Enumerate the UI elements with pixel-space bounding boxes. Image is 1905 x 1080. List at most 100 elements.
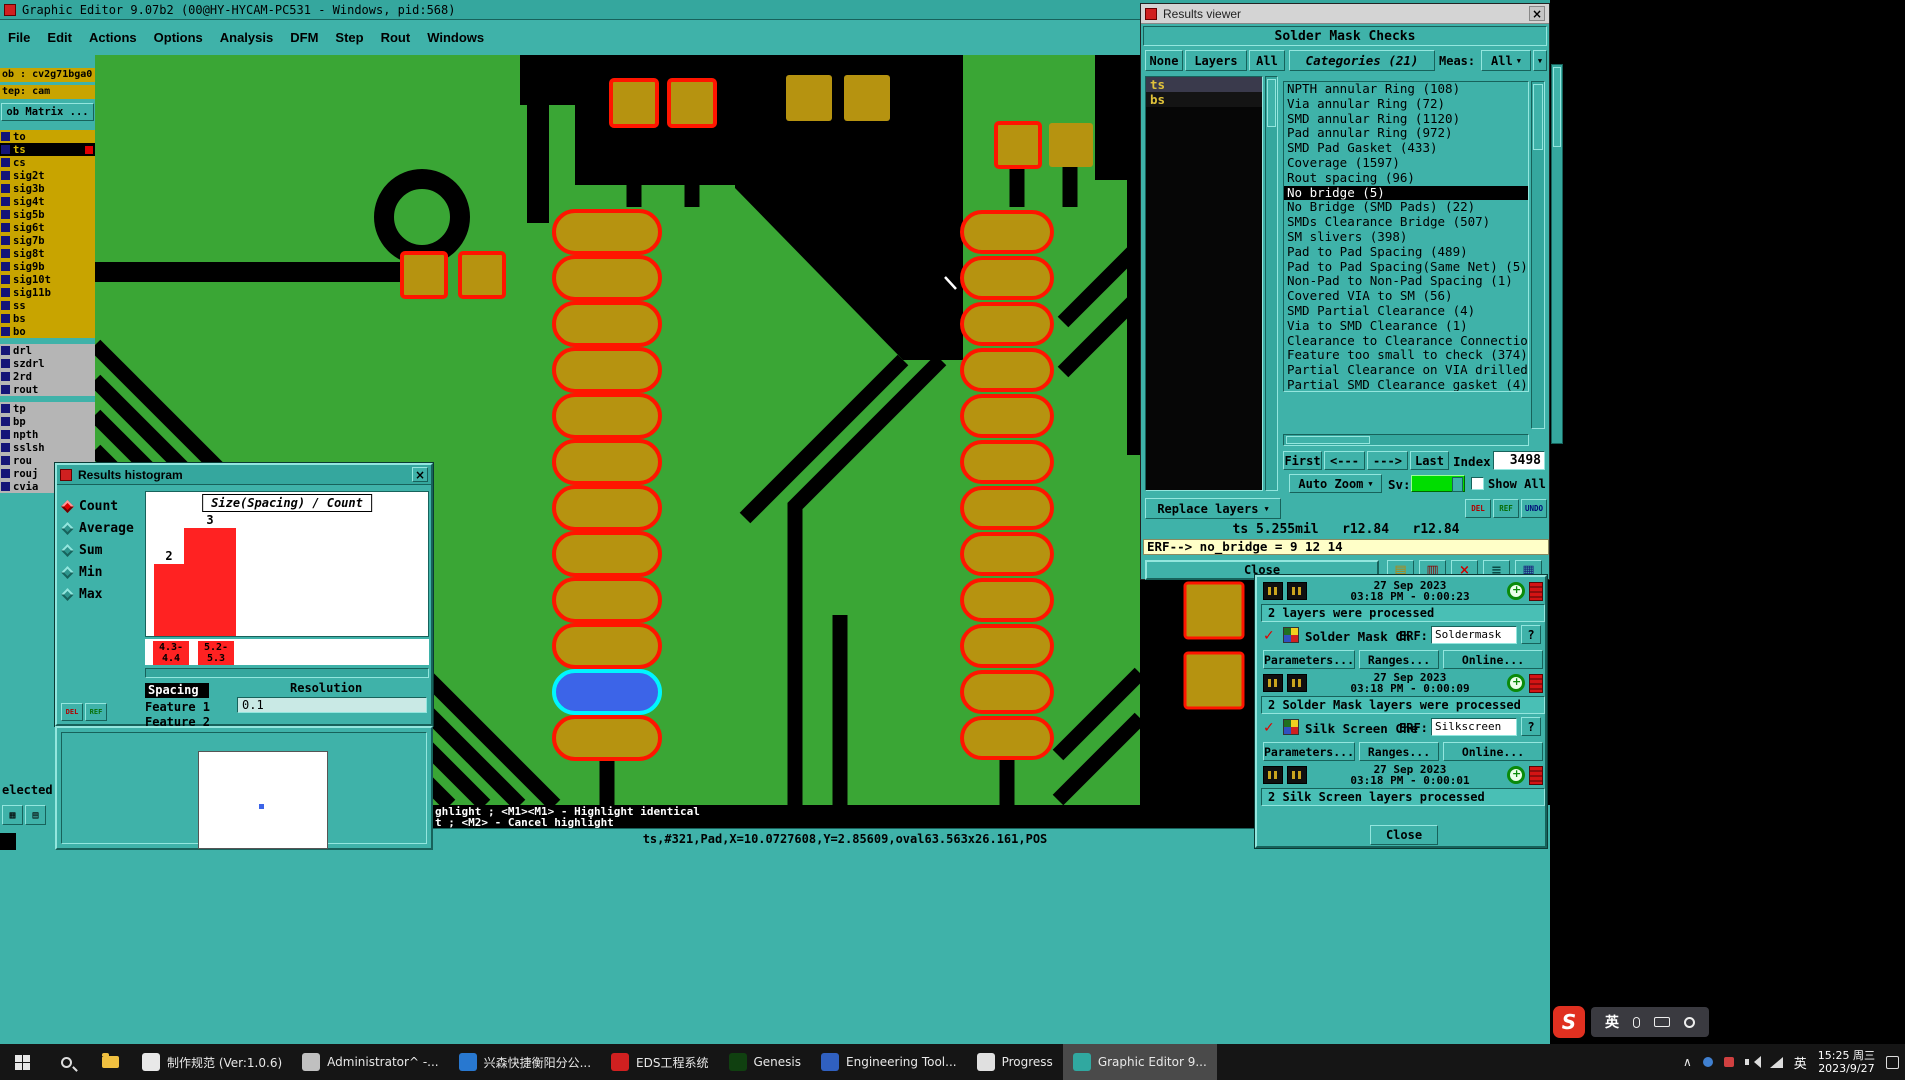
category-row[interactable]: NPTH annular Ring (108) <box>1284 82 1528 97</box>
layer-row[interactable]: sig7b <box>0 234 95 247</box>
result-layer-row[interactable]: bs <box>1146 92 1262 107</box>
layer-color-square[interactable] <box>1 210 10 219</box>
layer-color-square[interactable] <box>1 262 10 271</box>
parameters-button[interactable]: Parameters... <box>1263 742 1355 761</box>
keyboard-icon[interactable] <box>1654 1017 1670 1027</box>
taskbar-item[interactable]: Progress <box>967 1044 1063 1080</box>
layers-icon[interactable] <box>1287 674 1307 692</box>
ime-language-indicator[interactable]: 英 <box>1605 1012 1619 1032</box>
field-feature1[interactable]: Feature 1 <box>145 700 210 714</box>
layer-row[interactable]: bs <box>0 312 95 325</box>
category-row[interactable]: Pad to Pad Spacing(Same Net) (5) <box>1284 259 1528 275</box>
search-button[interactable] <box>44 1044 88 1080</box>
snap-toggle-button[interactable]: ▤ <box>25 805 46 825</box>
vertical-scrollbar[interactable] <box>1551 64 1563 444</box>
stat-radio[interactable]: Max <box>61 583 134 605</box>
online-button[interactable]: Online... <box>1443 650 1543 669</box>
layer-color-square[interactable] <box>1 236 10 245</box>
category-row[interactable]: Coverage (1597) <box>1284 155 1528 171</box>
ranges-button[interactable]: Ranges... <box>1359 742 1439 761</box>
netlist-icon[interactable] <box>1263 674 1283 692</box>
layer-color-square[interactable] <box>1 327 10 336</box>
job-matrix-button[interactable]: ob Matrix ... <box>1 103 94 121</box>
scrollbar-thumb[interactable] <box>1267 79 1276 127</box>
close-icon[interactable]: × <box>1529 6 1545 21</box>
erf-input[interactable]: Soldermask <box>1431 626 1517 644</box>
parameters-button[interactable]: Parameters... <box>1263 650 1355 669</box>
layer-row[interactable]: sig9b <box>0 260 95 273</box>
taskbar-item[interactable]: Genesis <box>719 1044 812 1080</box>
taskbar-item[interactable]: EDS工程系统 <box>601 1044 718 1080</box>
mini-action-button[interactable]: DEL <box>1465 499 1491 518</box>
meas-dropdown[interactable]: All ▼ <box>1481 50 1531 71</box>
menu-item[interactable]: Analysis <box>220 30 273 45</box>
layer-row[interactable]: bo <box>0 325 95 338</box>
layer-color-square[interactable] <box>1 145 10 154</box>
histogram-ref-button[interactable]: REF <box>85 703 107 721</box>
layer-row[interactable]: tp <box>0 402 95 415</box>
netlist-icon[interactable] <box>1263 766 1283 784</box>
category-row[interactable]: Pad annular Ring (972) <box>1284 125 1528 141</box>
taskbar-item[interactable]: 兴森快捷衡阳分公... <box>449 1044 601 1080</box>
layer-color-square[interactable] <box>1 171 10 180</box>
checkbox-check-icon[interactable]: ✓ <box>1263 628 1275 644</box>
auto-zoom-dropdown[interactable]: Auto Zoom ▼ <box>1289 474 1382 493</box>
replace-layers-dropdown[interactable]: Replace layers ▼ <box>1145 498 1281 519</box>
checkbox-check-icon[interactable]: ✓ <box>1263 720 1275 736</box>
microphone-icon[interactable] <box>1633 1016 1640 1028</box>
alert-icon[interactable] <box>1529 765 1543 785</box>
close-icon[interactable]: × <box>412 467 428 482</box>
input-language-indicator[interactable]: 英 <box>1794 1053 1807 1072</box>
filter-none-button[interactable]: None <box>1145 50 1183 71</box>
layer-row[interactable]: rout <box>0 383 95 396</box>
layer-row[interactable]: npth <box>0 428 95 441</box>
layer-row[interactable]: bp <box>0 415 95 428</box>
category-row[interactable]: SMD Partial Clearance (4) <box>1284 303 1528 319</box>
close-button[interactable]: Close <box>1370 825 1438 845</box>
category-row[interactable]: Covered VIA to SM (56) <box>1284 288 1528 304</box>
layer-row[interactable]: sslsh <box>0 441 95 454</box>
layer-row[interactable]: ss <box>0 299 95 312</box>
layer-color-square[interactable] <box>1 249 10 258</box>
layers-icon[interactable] <box>1287 766 1307 784</box>
histogram-title-bar[interactable]: Results histogram × <box>57 465 431 485</box>
scrollbar-thumb[interactable] <box>1533 84 1543 150</box>
show-all-checkbox[interactable] <box>1471 477 1484 490</box>
layer-row[interactable]: 2rd <box>0 370 95 383</box>
zoom-preview-pane[interactable] <box>55 726 433 850</box>
action-center-icon[interactable] <box>1886 1055 1899 1069</box>
category-row[interactable]: SMD Pad Gasket (433) <box>1284 140 1528 156</box>
results-viewer-title-bar[interactable]: Results viewer × <box>1141 4 1549 24</box>
histogram-del-button[interactable]: DEL <box>61 703 83 721</box>
layer-color-square[interactable] <box>1 456 10 465</box>
category-row[interactable]: SM slivers (398) <box>1284 229 1528 245</box>
layer-color-square[interactable] <box>1 275 10 284</box>
stat-radio[interactable]: Sum <box>61 539 134 561</box>
layer-color-square[interactable] <box>1 443 10 452</box>
layer-row[interactable]: cs <box>0 156 95 169</box>
categories-hscrollbar[interactable] <box>1283 434 1529 446</box>
category-row[interactable]: Via annular Ring (72) <box>1284 96 1528 112</box>
volume-icon[interactable] <box>1744 1056 1761 1068</box>
scrollbar-thumb[interactable] <box>1286 436 1370 444</box>
category-row[interactable]: Rout spacing (96) <box>1284 170 1528 186</box>
filter-layers-button[interactable]: Layers <box>1185 50 1247 71</box>
zoom-in-icon[interactable] <box>1507 582 1525 600</box>
category-row[interactable]: Feature too small to check (374) <box>1284 347 1528 363</box>
layer-color-square[interactable] <box>1 288 10 297</box>
layer-row[interactable]: sig5b <box>0 208 95 221</box>
layer-color-square[interactable] <box>1 346 10 355</box>
layer-color-square[interactable] <box>1 385 10 394</box>
category-row[interactable]: Non-Pad to Non-Pad Spacing (1) <box>1284 273 1528 289</box>
menu-item[interactable]: Options <box>154 30 203 45</box>
online-button[interactable]: Online... <box>1443 742 1543 761</box>
resolution-input[interactable]: 0.1 <box>237 697 427 713</box>
layer-row[interactable]: ts <box>0 143 95 156</box>
category-row[interactable]: No bridge (5) <box>1284 185 1528 201</box>
layer-row[interactable]: szdrl <box>0 357 95 370</box>
layer-color-square[interactable] <box>1 184 10 193</box>
category-row[interactable]: SMD annular Ring (1120) <box>1284 111 1528 127</box>
menu-item[interactable]: Step <box>335 30 363 45</box>
menu-item[interactable]: Actions <box>89 30 137 45</box>
layer-color-square[interactable] <box>1 469 10 478</box>
